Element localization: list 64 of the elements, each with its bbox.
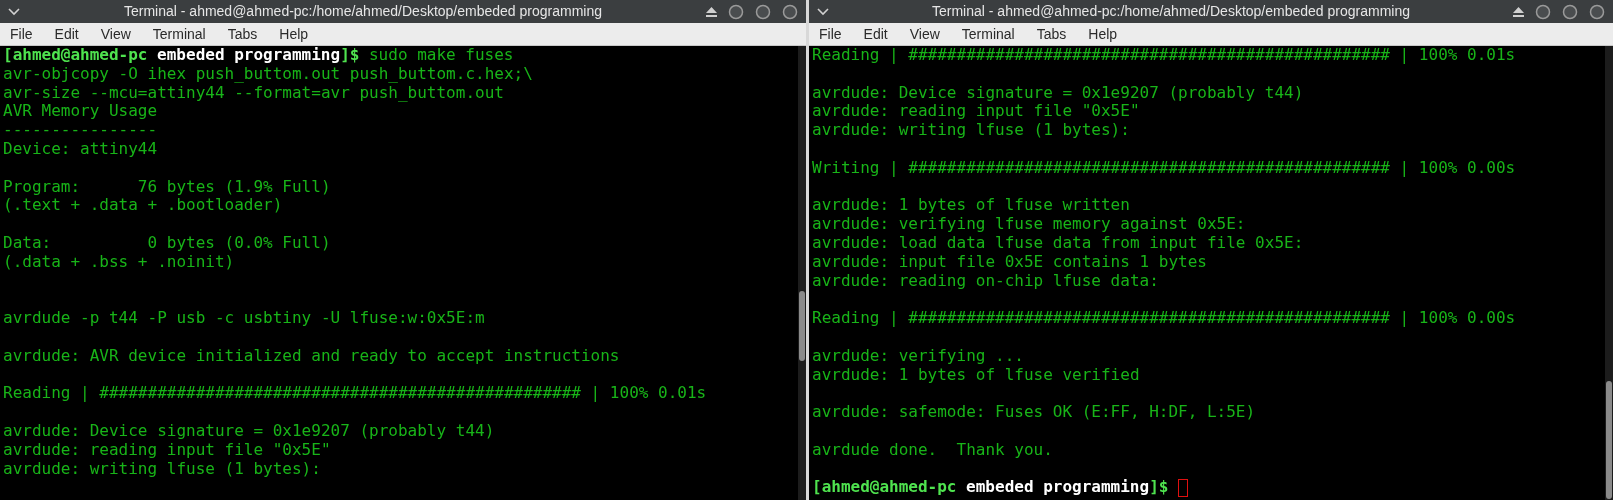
terminal-line: avrdude: load data lfuse data from input file 0x5E: — [812, 233, 1304, 253]
terminal-line: avrdude: verifying lfuse memory against 0x5E: — [812, 215, 1246, 234]
menu-item[interactable]: Tabs — [227, 23, 258, 45]
scrollbar[interactable] — [1605, 46, 1613, 500]
terminal-line: ---------------- — [3, 121, 158, 140]
terminal-line: avrdude: reading on-chip lfuse data: — [812, 271, 1159, 291]
menu-item[interactable]: Tabs — [1036, 23, 1067, 45]
terminal-line: avrdude: safemode: Fuses OK (E:FF, H:DF, L:5E) — [812, 403, 1256, 422]
menu-item[interactable]: File — [10, 23, 33, 45]
menu-item[interactable]: View — [909, 23, 940, 45]
terminal-line: (.text + .data + .bootloader) — [3, 196, 283, 216]
prompt-symbol: ]$ — [1149, 478, 1169, 498]
command-text: sudo make fuses — [369, 46, 514, 65]
terminal-line: Reading | ################################################## | 100% 0.00s — [812, 309, 1516, 328]
terminal-line: avrdude: 1 bytes of lfuse written — [812, 196, 1130, 216]
terminal-line: avrdude: Device signature = 0x1e9207 (probably t44) — [3, 421, 495, 441]
maximize-icon[interactable] — [755, 3, 771, 20]
menu-item[interactable]: Edit — [54, 23, 79, 45]
terminal-line: Program: 76 bytes (1.9% Full) — [3, 177, 331, 197]
scrollbar[interactable] — [798, 46, 806, 500]
cursor-icon — [1178, 478, 1188, 497]
window-title: Terminal - ahmed@ahmed-pc:/home/ahmed/Desktop/embeded programming — [124, 2, 602, 21]
prompt-user: [ahmed@ahmed-pc — [812, 478, 957, 498]
terminal-line: avrdude: writing lfuse (1 bytes): — [812, 121, 1130, 140]
menu-item[interactable]: Help — [279, 23, 309, 45]
menu-item[interactable]: Help — [1088, 23, 1118, 45]
maximize-icon[interactable] — [1562, 3, 1578, 20]
terminal-line: Device: attiny44 — [3, 140, 158, 159]
terminal-line: avrdude: AVR device initialized and ready to accept instructions — [3, 346, 620, 366]
minimize-icon[interactable] — [728, 3, 744, 20]
prompt-directory: embeded programming — [966, 478, 1150, 498]
terminal-line: avrdude: input file 0x5E contains 1 bytes — [812, 252, 1207, 272]
minimize-icon[interactable] — [1535, 3, 1551, 20]
close-icon[interactable] — [1589, 3, 1605, 20]
terminal-line: AVR Memory Usage — [3, 102, 158, 122]
terminal-line: Writing | ################################################## | 100% 0.00s — [812, 158, 1516, 178]
terminal-line: avr-size --mcu=attiny44 --format=avr push_buttom.out — [3, 83, 504, 103]
menu-item[interactable]: Edit — [863, 23, 888, 45]
prompt-directory: embeded programming — [157, 46, 341, 65]
window-title: Terminal - ahmed@ahmed-pc:/home/ahmed/Desktop/embeded programming — [932, 2, 1410, 21]
prompt-user: [ahmed@ahmed-pc — [3, 46, 148, 65]
terminal-line: avrdude: verifying ... — [812, 346, 1024, 366]
close-icon[interactable] — [782, 3, 798, 20]
terminal-line: Reading | ################################################## | 100% 0.01s — [812, 46, 1516, 65]
terminal-line: (.data + .bss + .noinit) — [3, 252, 235, 272]
terminal-line: Data: 0 bytes (0.0% Full) — [3, 233, 331, 253]
terminal-line: Reading | ################################################## | 100% 0.01s — [3, 384, 707, 404]
terminal-line: avrdude: Device signature = 0x1e9207 (probably t44) — [812, 83, 1304, 103]
chevron-down-icon[interactable] — [817, 7, 829, 16]
eject-icon[interactable] — [1513, 6, 1524, 17]
chevron-down-icon[interactable] — [8, 7, 20, 16]
prompt-symbol: ]$ — [340, 46, 360, 65]
menu-item[interactable]: Terminal — [961, 23, 1015, 45]
menu-item[interactable]: Terminal — [152, 23, 206, 45]
terminal-line: avrdude: reading input file "0x5E" — [812, 102, 1140, 122]
terminal-line: avrdude: 1 bytes of lfuse verified — [812, 365, 1140, 385]
eject-icon[interactable] — [706, 6, 717, 17]
terminal-line: avrdude -p t44 -P usb -c usbtiny -U lfuse:w:0x5E:m — [3, 309, 485, 328]
terminal-line: avr-objcopy -O ihex push_buttom.out push_buttom.c.hex;\ — [3, 64, 533, 84]
terminal-line: avrdude: writing lfuse (1 bytes): — [3, 459, 321, 479]
terminal-line: avrdude: reading input file "0x5E" — [3, 440, 331, 460]
terminal-line: avrdude done. Thank you. — [812, 440, 1053, 460]
menu-item[interactable]: File — [819, 23, 842, 45]
menu-item[interactable]: View — [100, 23, 131, 45]
